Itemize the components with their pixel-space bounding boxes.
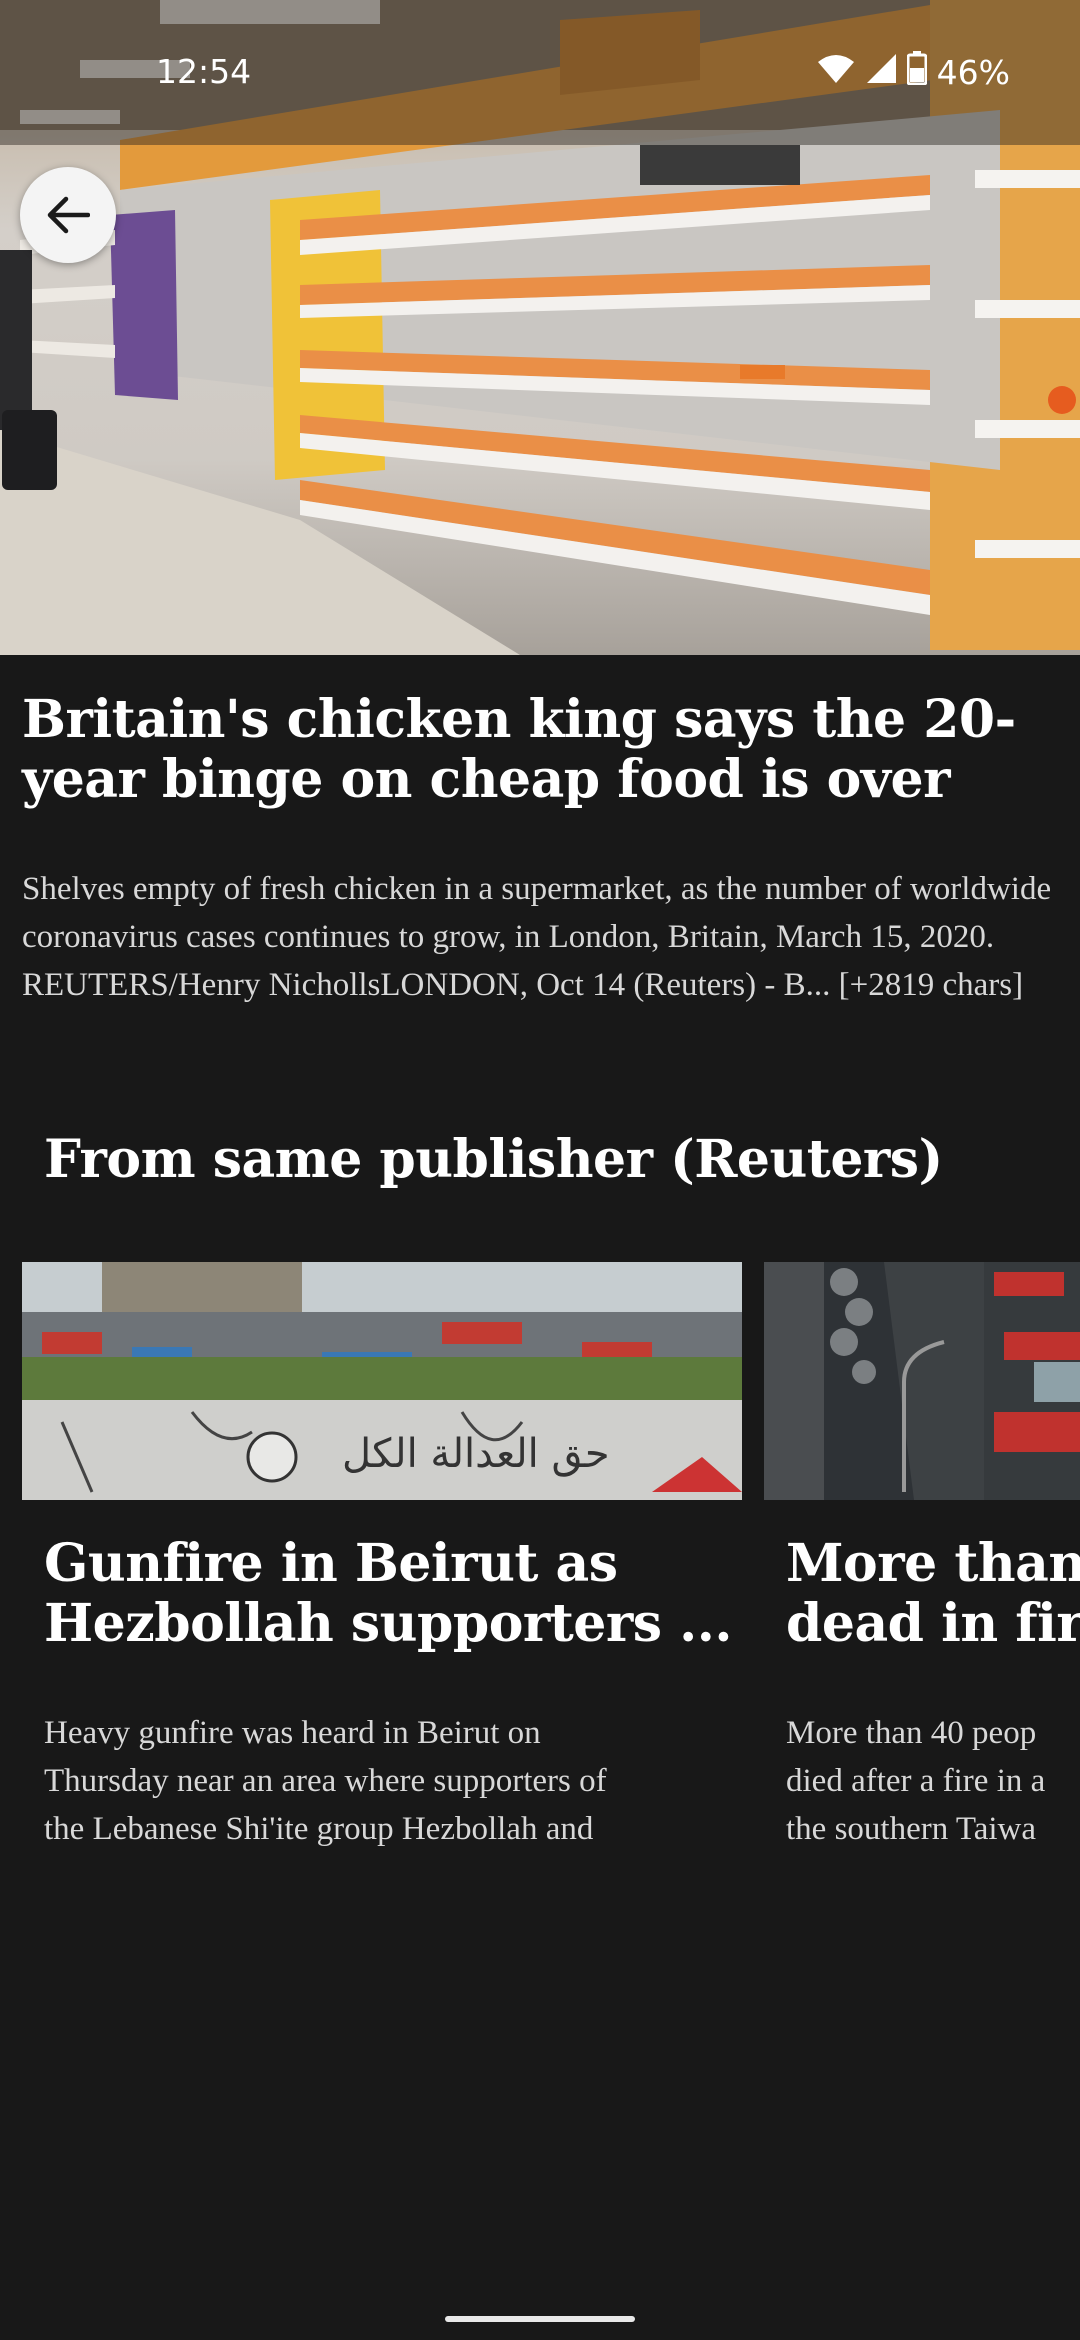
article-description: Shelves empty of fresh chicken in a supe… xyxy=(22,871,1052,1003)
arrow-left-icon xyxy=(47,196,90,234)
card-image: حق العدالة الكل xyxy=(22,1262,742,1500)
related-articles-carousel[interactable]: حق العدالة الكل Gunfire in Beirut as Hez… xyxy=(0,1262,1080,1862)
wifi-icon xyxy=(817,53,855,92)
home-indicator[interactable] xyxy=(445,2316,635,2322)
card-description: Heavy gunfire was heard in Beirut on Thu… xyxy=(44,1715,607,1847)
article-title: Britain's chicken king says the 20-year … xyxy=(22,689,1016,810)
battery-icon xyxy=(906,51,928,93)
card-image-caption: حق العدالة الكل xyxy=(342,1431,610,1477)
card-description: More than 40 peop died after a fire in a… xyxy=(786,1715,1046,1847)
status-time: 12:54 xyxy=(156,52,252,91)
battery-percent: 46% xyxy=(936,52,1010,92)
screen: 12:54 46% Britain's chicken king says th… xyxy=(0,0,1080,2340)
section-heading: From same publisher (Reuters) xyxy=(44,1129,943,1190)
status-icons: 46% xyxy=(817,51,1010,93)
card-title[interactable]: More than dead in fir xyxy=(786,1534,1080,1654)
article-card[interactable]: More than dead in fir More than 40 peop … xyxy=(764,1262,1080,1862)
card-image xyxy=(764,1262,1080,1500)
back-button[interactable] xyxy=(20,167,116,263)
status-bar: 12:54 46% xyxy=(0,0,1080,145)
article-card[interactable]: حق العدالة الكل Gunfire in Beirut as Hez… xyxy=(22,1262,742,1862)
cellular-signal-icon xyxy=(865,52,897,92)
card-title[interactable]: Gunfire in Beirut as Hezbollah supporter… xyxy=(44,1534,744,1654)
